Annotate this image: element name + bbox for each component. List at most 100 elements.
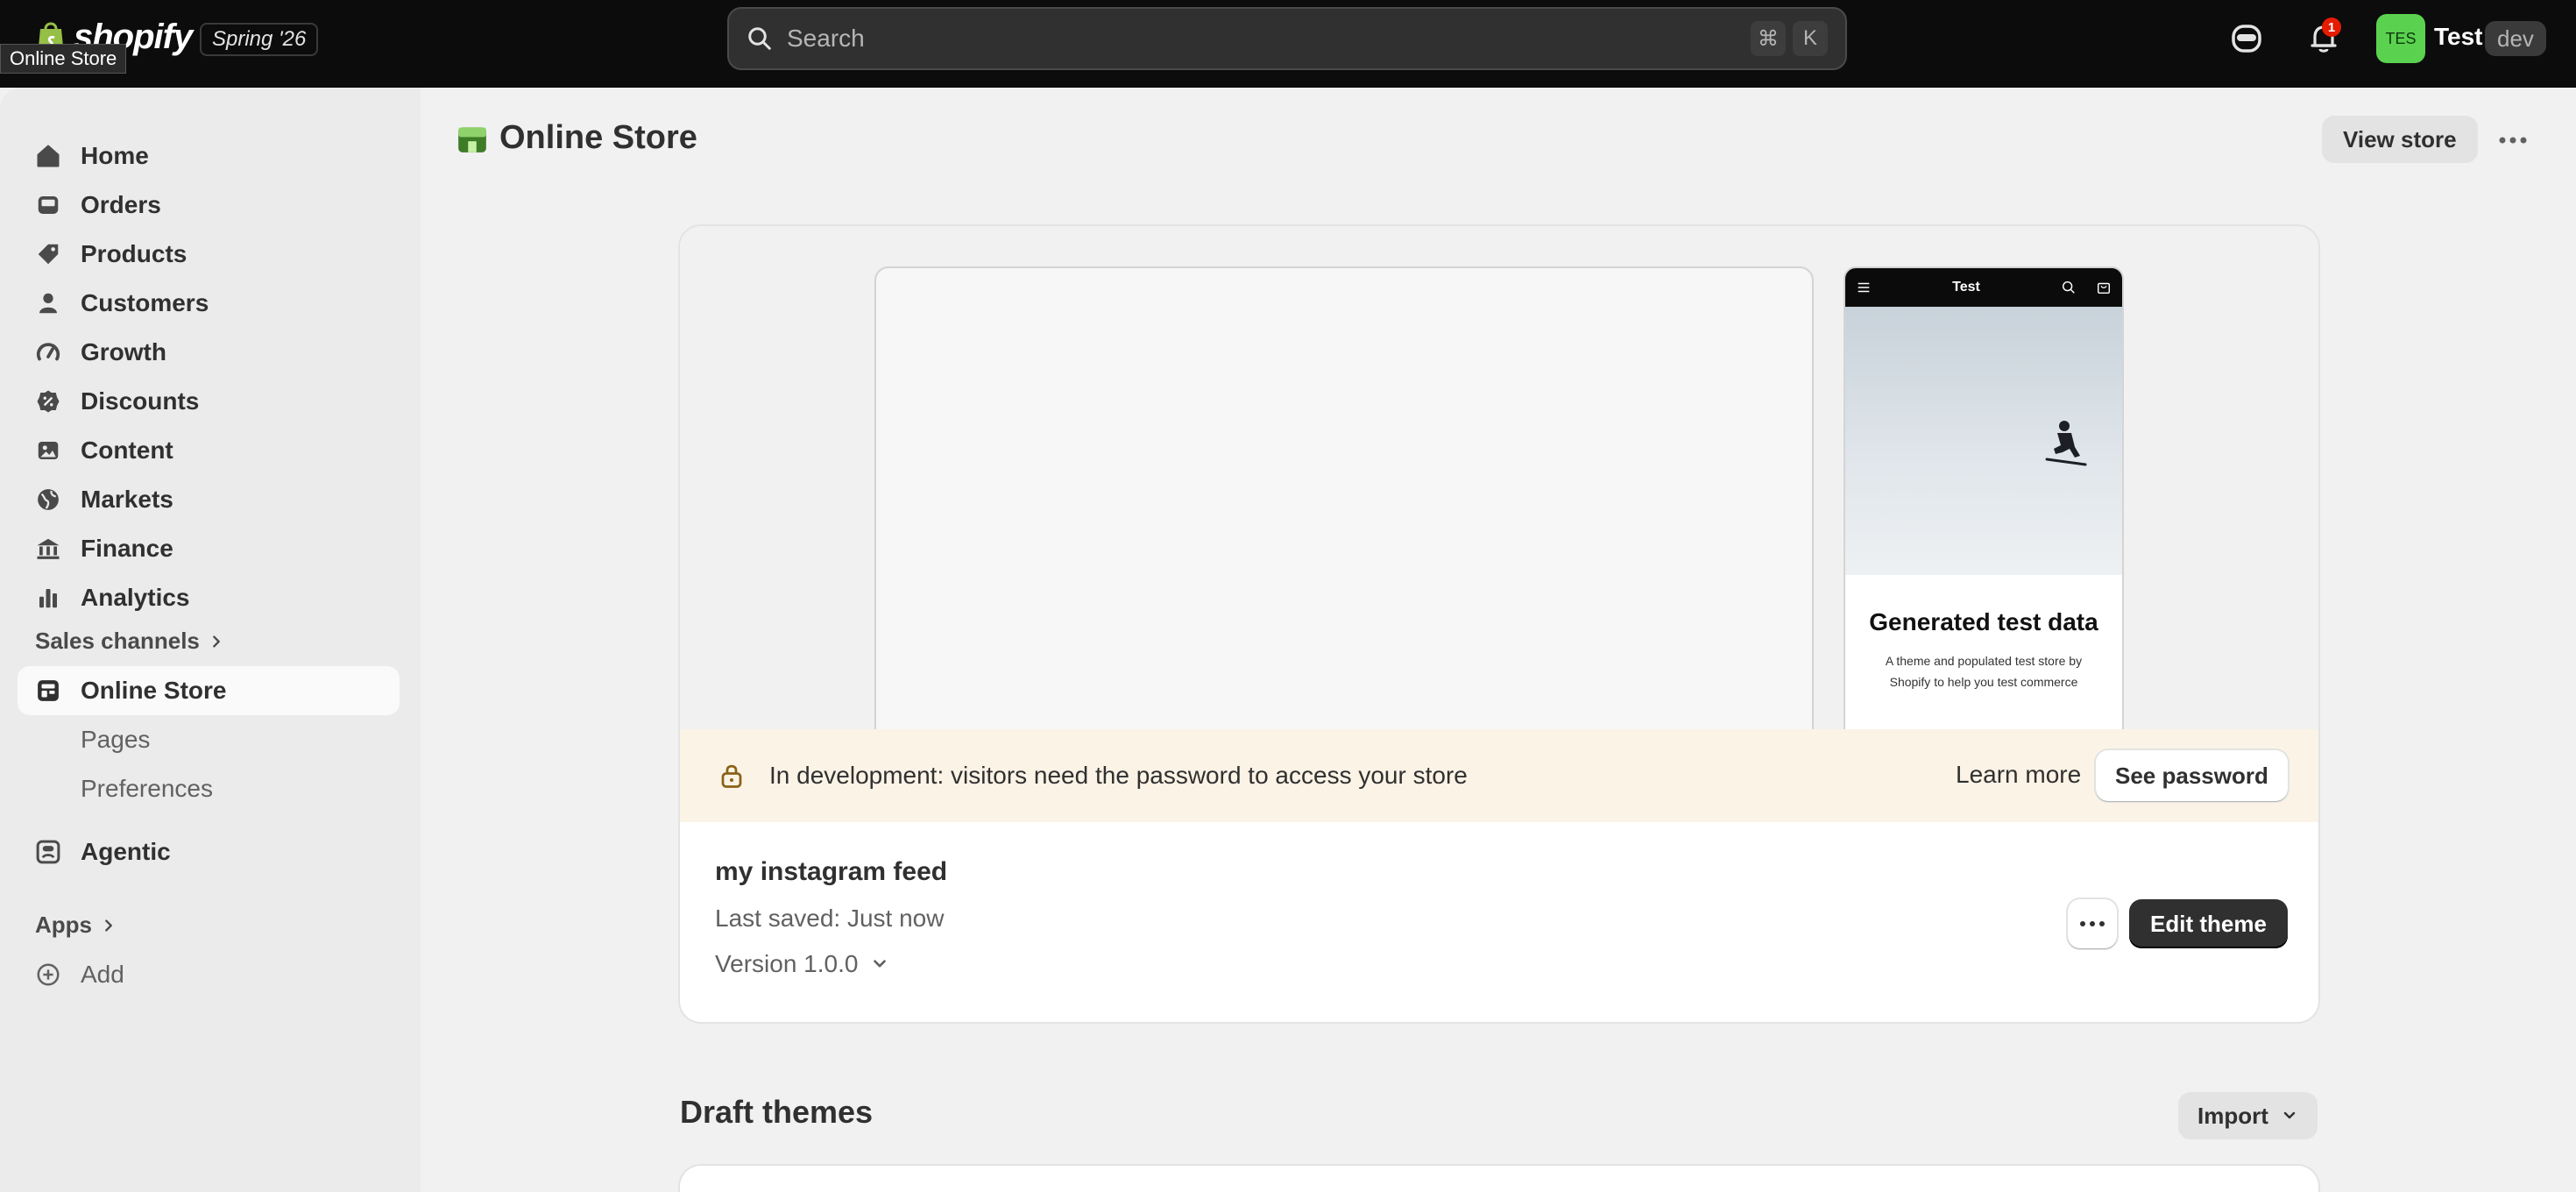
sidebar-item-label: Growth: [81, 338, 166, 365]
search-shortcut: ⌘ K: [1751, 21, 1828, 56]
theme-preview[interactable]: Test Generated test data A theme and pop…: [680, 226, 2318, 740]
edit-theme-button[interactable]: Edit theme: [2129, 899, 2288, 948]
sidebar-item-label: Customers: [81, 289, 209, 316]
gauge-icon: [36, 343, 60, 361]
draft-themes-card: [680, 1166, 2318, 1192]
sidebar-item-label: Add: [81, 961, 124, 988]
chevron-right-icon: [105, 919, 112, 932]
sidebar-item-finance[interactable]: Finance: [18, 524, 400, 573]
draft-themes-heading: Draft themes: [680, 1094, 874, 1130]
shortcut-key: K: [1793, 21, 1828, 56]
agentic-icon: [36, 840, 60, 864]
storefront-color-icon: [458, 126, 486, 153]
theme-more-actions-button[interactable]: [2068, 899, 2117, 948]
import-theme-button[interactable]: Import: [2178, 1092, 2318, 1139]
sidebar-item-label: Markets: [81, 486, 173, 513]
theme-last-saved: Last saved: Just now: [715, 905, 945, 932]
main-content: Online Store View store Test Generated t…: [421, 88, 2576, 1192]
banner-message: In development: visitors need the passwo…: [769, 762, 1468, 789]
sidebar-item-label: Finance: [81, 535, 173, 562]
sidebar-item-discounts[interactable]: Discounts: [18, 377, 400, 426]
sidebar-item-growth[interactable]: Growth: [18, 328, 400, 377]
sales-channels-label: Sales channels: [35, 628, 200, 654]
sidebar-item-customers[interactable]: Customers: [18, 279, 400, 328]
sidebar-item-label: Analytics: [81, 584, 190, 611]
import-label: Import: [2197, 1102, 2268, 1129]
avatar[interactable]: TES: [2376, 14, 2425, 63]
current-theme-card: Test Generated test data A theme and pop…: [680, 226, 2318, 1022]
search-placeholder: Search: [787, 25, 865, 52]
sidebar-item-home[interactable]: Home: [18, 131, 400, 181]
mobile-hero-heading: Generated test data: [1869, 608, 2098, 635]
sidebar-item-products[interactable]: Products: [18, 230, 400, 279]
sidebar-item-label: Content: [81, 436, 173, 464]
tooltip: Online Store: [0, 44, 127, 74]
apps-header[interactable]: Apps: [35, 912, 117, 939]
mobile-store-name: Test: [1952, 280, 1980, 294]
sidebar-item-online-store[interactable]: Online Store: [18, 666, 400, 715]
theme-name: my instagram feed: [715, 857, 948, 886]
more-horizontal-icon: [2080, 921, 2105, 926]
sidebar-item-analytics[interactable]: Analytics: [18, 573, 400, 622]
sidebar-item-orders[interactable]: Orders: [18, 181, 400, 230]
apps-label: Apps: [35, 912, 92, 938]
chevron-right-icon: [213, 635, 220, 648]
chevron-down-icon: [2283, 1111, 2296, 1119]
discount-icon: [37, 390, 60, 413]
sidebar-item-label: Products: [81, 240, 188, 267]
sidebar-item-add-app[interactable]: Add: [18, 950, 400, 999]
image-icon: [38, 442, 59, 459]
snowboarder-image: [2045, 421, 2087, 466]
view-store-button[interactable]: View store: [2322, 116, 2478, 163]
sidebar-item-label: Orders: [81, 191, 161, 218]
search-icon: [2062, 280, 2075, 294]
user-name[interactable]: Test: [2434, 23, 2483, 51]
bank-icon: [37, 538, 60, 559]
search-icon: [748, 27, 771, 50]
lock-icon: [721, 764, 742, 788]
sidebar-item-label: Discounts: [81, 387, 200, 415]
home-icon: [37, 145, 60, 167]
sales-channels-header[interactable]: Sales channels: [35, 628, 224, 655]
more-horizontal-icon: [2499, 137, 2527, 144]
theme-version-dropdown[interactable]: Version 1.0.0: [715, 950, 889, 978]
plus-circle-icon: [37, 963, 60, 986]
learn-more-link[interactable]: Learn more: [1956, 761, 2081, 789]
mobile-header-actions: [2061, 280, 2112, 295]
sidebar-item-label: Home: [81, 142, 149, 169]
globe-icon: [38, 489, 59, 510]
page-more-actions-button[interactable]: [2494, 123, 2532, 158]
sidebar-item-content[interactable]: Content: [18, 426, 400, 475]
mobile-store-header: Test: [1845, 268, 2122, 307]
sidebar-item-label: Online Store: [81, 677, 227, 704]
bar-chart-icon: [39, 589, 57, 608]
sidebar-item-agentic[interactable]: Agentic: [18, 827, 400, 876]
shortcut-mod-key: ⌘: [1751, 21, 1786, 56]
password-banner: In development: visitors need the passwo…: [680, 729, 2318, 822]
environment-badge: dev: [2485, 21, 2546, 56]
storefront-icon: [38, 680, 59, 701]
chevron-down-icon: [874, 960, 887, 968]
mobile-hero-subtext: A theme and populated test store by Shop…: [1885, 654, 2083, 689]
theme-version-label: Version 1.0.0: [715, 950, 859, 977]
sidekick-icon[interactable]: [2229, 21, 2264, 56]
mobile-hero-image: [1845, 307, 2122, 575]
desktop-preview: [874, 266, 1814, 740]
menu-icon: [1858, 282, 1870, 293]
search-bar[interactable]: Search ⌘ K: [727, 7, 1847, 70]
person-icon: [39, 293, 57, 314]
sidebar-item-label: Agentic: [81, 838, 171, 865]
notification-badge: 1: [2322, 18, 2341, 37]
cart-icon: [2097, 282, 2111, 294]
mobile-preview: Test Generated test data A theme and pop…: [1844, 266, 2124, 740]
top-bar: shopify Spring '26 Search ⌘ K 1 TES Test…: [0, 0, 2576, 88]
see-password-button[interactable]: See password: [2096, 750, 2288, 801]
sidebar-item-markets[interactable]: Markets: [18, 475, 400, 524]
sidebar-subitem-preferences[interactable]: Preferences: [81, 775, 213, 803]
inbox-icon: [38, 196, 59, 214]
page-title: Online Store: [456, 119, 697, 157]
page-title-text: Online Store: [499, 119, 697, 156]
edition-badge[interactable]: Spring '26: [200, 23, 319, 56]
tag-icon: [38, 244, 59, 265]
sidebar-subitem-pages[interactable]: Pages: [81, 726, 150, 754]
